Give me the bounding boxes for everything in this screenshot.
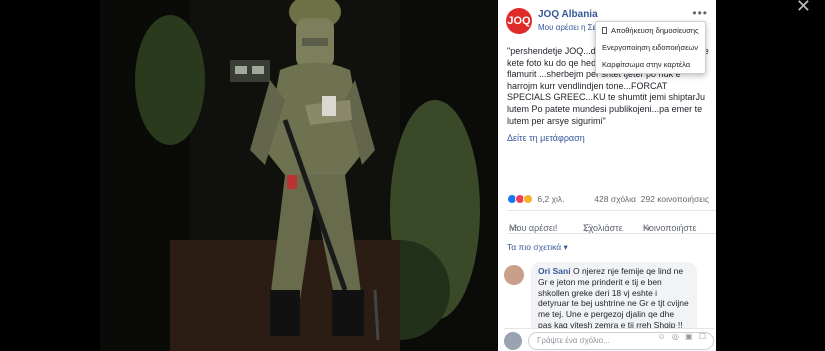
post-photo[interactable] — [100, 0, 497, 351]
post-actions: 👍︎ Μου αρέσει! 💬︎ Σχολιάστε ↪ Κοινοποιήσ… — [507, 210, 716, 234]
see-translation-link[interactable]: Δείτε τη μετάφραση — [507, 133, 585, 143]
comment-sort-dropdown[interactable]: Τα πιο σχετικά ▾ — [507, 242, 568, 253]
comment-bubble: Ori Sani O njerez nje femije qe lind ne … — [531, 262, 697, 335]
comment-composer: Γράψτε ένα σχόλιο... ☺ ◎ ▣ ☐ — [504, 328, 714, 351]
page-like-link[interactable]: Μου αρέσει η Σελίδα — [538, 23, 598, 32]
page-name[interactable]: JOQ Albania — [538, 9, 598, 20]
menu-item-save[interactable]: Αποθήκευση δημοσίευσης — [596, 22, 705, 39]
haha-reaction-icon — [523, 194, 533, 204]
commenter-avatar[interactable] — [504, 265, 524, 285]
menu-item-pin[interactable]: Καρφίτσωμα στην καρτέλα — [596, 56, 705, 73]
share-count[interactable]: 292 κοινοποιήσεις — [641, 194, 709, 204]
post-panel: JOQ JOQ Albania Μου αρέσει η Σελίδα ••• … — [498, 0, 716, 351]
comment-count[interactable]: 428 σχόλια — [594, 194, 636, 204]
right-backdrop — [716, 0, 825, 351]
photo-viewer: ✕ JOQ JOQ Albania Μου αρέσει η Σελίδα ••… — [0, 0, 825, 351]
composer-icons[interactable]: ☺ ◎ ▣ ☐ — [657, 332, 708, 341]
page-avatar[interactable]: JOQ — [506, 8, 532, 34]
reaction-count[interactable]: 6,2 χιλ. — [537, 194, 564, 204]
post-stats: 6,2 χιλ. 428 σχόλια 292 κοινοποιήσεις — [507, 194, 709, 204]
commenter-name[interactable]: Ori Sani — [538, 266, 571, 276]
close-icon[interactable]: ✕ — [796, 0, 811, 17]
bookmark-icon — [602, 27, 607, 34]
soldier-photo — [100, 0, 497, 351]
my-avatar — [504, 332, 522, 350]
post-options-menu: Αποθήκευση δημοσίευσης Ενεργοποίηση ειδο… — [595, 21, 706, 74]
menu-item-notifications[interactable]: Ενεργοποίηση ειδοποιήσεων — [596, 39, 705, 56]
more-icon[interactable]: ••• — [692, 6, 708, 20]
